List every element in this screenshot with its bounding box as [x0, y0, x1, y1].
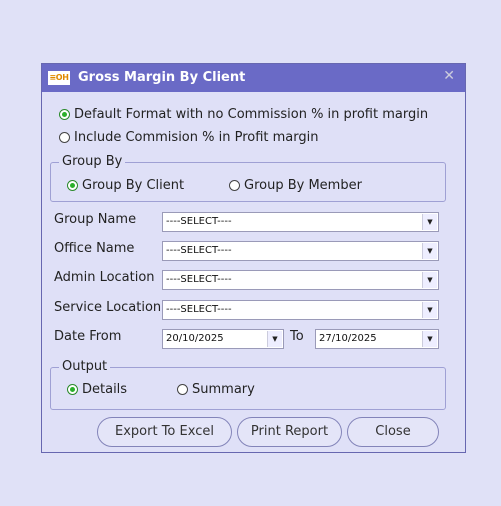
date-from-label: Date From [54, 329, 122, 344]
service-location-label: Service Location [54, 300, 162, 315]
date-to-value: 27/10/2025 [319, 333, 377, 344]
chevron-down-icon[interactable]: ▼ [422, 331, 437, 347]
close-button[interactable]: Close [347, 417, 439, 447]
radio-group-by-client-indicator[interactable] [67, 180, 78, 191]
date-to-picker[interactable]: 27/10/2025 ▼ [315, 329, 439, 349]
radio-group-by-member-label: Group By Member [244, 178, 362, 193]
chevron-down-icon[interactable]: ▼ [422, 302, 437, 318]
admin-location-select[interactable]: ----SELECT---- ▼ [162, 270, 439, 290]
group-name-label: Group Name [54, 212, 137, 227]
date-to-label: To [290, 329, 304, 344]
title-bar: ≡OH Gross Margin By Client ✕ [42, 64, 465, 92]
radio-include-commission[interactable]: Include Commision % in Profit margin [59, 130, 319, 145]
output-legend: Output [59, 359, 111, 374]
radio-default-format-label: Default Format with no Commission % in p… [74, 107, 429, 122]
group-name-value: ----SELECT---- [166, 216, 232, 227]
radio-include-commission-indicator[interactable] [59, 132, 70, 143]
print-report-button[interactable]: Print Report [237, 417, 342, 447]
radio-default-format[interactable]: Default Format with no Commission % in p… [59, 107, 428, 122]
group-by-legend: Group By [59, 154, 126, 169]
office-name-value: ----SELECT---- [166, 245, 232, 256]
radio-output-summary-label: Summary [192, 382, 255, 397]
group-by-box: Group By Group By Client Group By Member [50, 154, 446, 202]
service-location-value: ----SELECT---- [166, 304, 232, 315]
radio-include-commission-label: Include Commision % in Profit margin [74, 130, 319, 145]
date-from-value: 20/10/2025 [166, 333, 224, 344]
gross-margin-dialog: ≡OH Gross Margin By Client ✕ Default For… [41, 63, 466, 453]
radio-output-details-indicator[interactable] [67, 384, 78, 395]
app-logo: ≡OH [48, 71, 70, 85]
radio-output-details-label: Details [82, 382, 128, 397]
radio-output-summary-indicator[interactable] [177, 384, 188, 395]
radio-group-by-client-label: Group By Client [82, 178, 185, 193]
radio-default-format-indicator[interactable] [59, 109, 70, 120]
admin-location-label: Admin Location [54, 270, 155, 285]
date-from-picker[interactable]: 20/10/2025 ▼ [162, 329, 284, 349]
service-location-select[interactable]: ----SELECT---- ▼ [162, 300, 439, 320]
radio-group-by-client[interactable]: Group By Client [67, 178, 184, 193]
close-icon[interactable]: ✕ [443, 68, 455, 84]
admin-location-value: ----SELECT---- [166, 274, 232, 285]
radio-group-by-member-indicator[interactable] [229, 180, 240, 191]
office-name-select[interactable]: ----SELECT---- ▼ [162, 241, 439, 261]
chevron-down-icon[interactable]: ▼ [422, 272, 437, 288]
window-title: Gross Margin By Client [78, 70, 246, 85]
office-name-label: Office Name [54, 241, 135, 256]
group-name-select[interactable]: ----SELECT---- ▼ [162, 212, 439, 232]
radio-group-by-member[interactable]: Group By Member [229, 178, 362, 193]
chevron-down-icon[interactable]: ▼ [422, 214, 437, 230]
radio-output-details[interactable]: Details [67, 382, 127, 397]
chevron-down-icon[interactable]: ▼ [422, 243, 437, 259]
radio-output-summary[interactable]: Summary [177, 382, 255, 397]
output-box: Output Details Summary [50, 359, 446, 410]
chevron-down-icon[interactable]: ▼ [267, 331, 282, 347]
export-to-excel-button[interactable]: Export To Excel [97, 417, 232, 447]
